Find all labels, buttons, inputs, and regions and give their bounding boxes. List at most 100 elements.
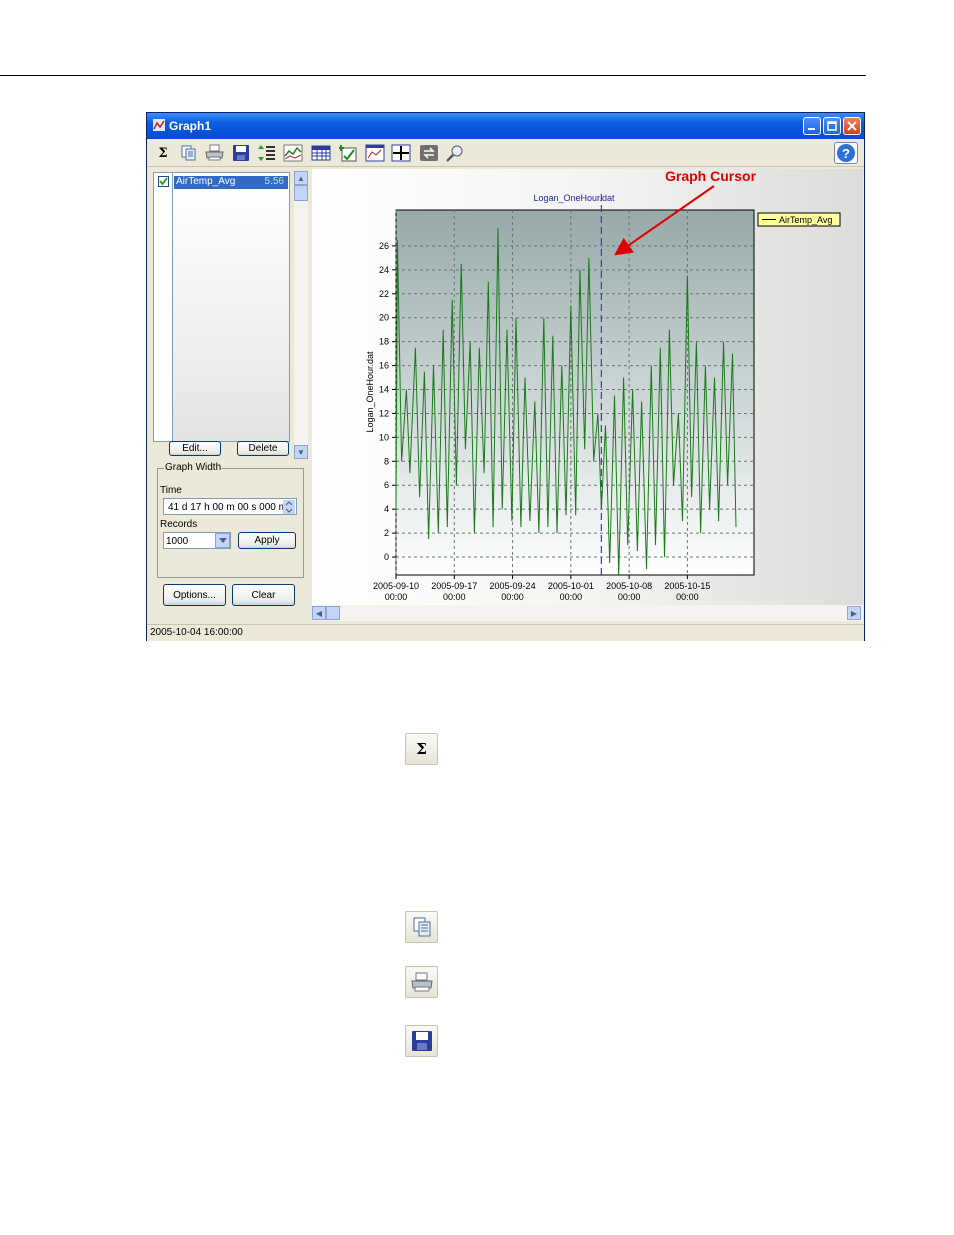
- horizontal-scroll-thumb[interactable]: [326, 606, 340, 620]
- trace-list-icon: [258, 145, 275, 161]
- y-tick-label: 26: [379, 241, 389, 251]
- crosshair-icon: [391, 144, 411, 162]
- x-tick-label: 2005-10-08: [606, 581, 652, 591]
- delete-trace-button[interactable]: Delete: [237, 441, 289, 456]
- graph-width-label: Graph Width: [164, 462, 223, 473]
- save-button[interactable]: [231, 143, 251, 163]
- status-bar: 2005-10-04 16:00:00: [147, 624, 864, 641]
- y-tick-label: 0: [384, 552, 389, 562]
- graph-options-button[interactable]: [365, 143, 385, 163]
- time-spinner-icon: [283, 500, 295, 514]
- y-tick-label: 18: [379, 337, 389, 347]
- sigma-icon: Σ: [416, 740, 427, 758]
- trace-list-scrollbar[interactable]: ▲ ▼: [294, 171, 308, 459]
- refresh-button[interactable]: [419, 143, 439, 163]
- x-tick-label: 2005-09-24: [490, 581, 536, 591]
- y-tick-label: 20: [379, 313, 389, 323]
- minimize-button[interactable]: [803, 117, 821, 135]
- chevron-down-icon: [218, 537, 227, 543]
- trace-list-button[interactable]: [257, 143, 277, 163]
- x-tick-label: 00:00: [501, 592, 524, 602]
- legend-label: AirTemp_Avg: [779, 215, 832, 225]
- graph-app-icon: [153, 119, 165, 131]
- graph-cursor-annotation: Graph Cursor: [665, 169, 757, 184]
- scroll-right-button[interactable]: ▶: [847, 606, 861, 620]
- page-header-rule: [0, 75, 866, 76]
- print-icon: [205, 144, 224, 161]
- y-tick-label: 12: [379, 408, 389, 418]
- x-tick-label: 00:00: [676, 592, 699, 602]
- add-trace-button[interactable]: [339, 143, 359, 163]
- line-graph-button[interactable]: [283, 143, 303, 163]
- toolbar: Σ ?: [147, 140, 864, 167]
- clear-button[interactable]: Clear: [232, 584, 295, 606]
- trace-name: AirTemp_Avg: [176, 176, 236, 187]
- y-tick-label: 14: [379, 385, 389, 395]
- print-icon: [410, 972, 433, 992]
- chart[interactable]: 02468101214161820222426 2005-09-1000:002…: [312, 168, 863, 605]
- zoom-icon: [446, 145, 463, 162]
- x-tick-label: 2005-10-01: [548, 581, 594, 591]
- x-tick-label: 00:00: [443, 592, 466, 602]
- records-dropdown-button[interactable]: [215, 533, 230, 548]
- scroll-left-button[interactable]: ◀: [312, 606, 326, 620]
- plot-panel: 0 2 4 6 8 10 12 14 16 18 20 22 24 26 2005-09-10 00:00 2…: [312, 168, 863, 605]
- x-tick-label: 00:00: [560, 592, 583, 602]
- refresh-icon: [420, 145, 438, 161]
- time-label: Time: [160, 485, 182, 496]
- y-tick-label: 16: [379, 361, 389, 371]
- x-tick-label: 00:00: [385, 592, 408, 602]
- copy-icon-example: [405, 911, 438, 943]
- copy-icon: [413, 917, 430, 937]
- trace-row[interactable]: AirTemp_Avg 5.56: [174, 176, 288, 189]
- line-graph-icon: [283, 144, 303, 162]
- table-view-button[interactable]: [311, 143, 331, 163]
- y-tick-label: 22: [379, 289, 389, 299]
- zoom-button[interactable]: [445, 143, 465, 163]
- x-tick-label: 2005-09-10: [373, 581, 419, 591]
- y-tick-label: 24: [379, 265, 389, 275]
- add-trace-icon: [339, 145, 357, 162]
- print-button[interactable]: [205, 143, 225, 163]
- window-title: Graph1: [169, 119, 212, 133]
- scroll-down-button[interactable]: ▼: [294, 445, 308, 459]
- y-tick-label: 2: [384, 528, 389, 538]
- table-view-icon: [311, 145, 331, 161]
- trace-list[interactable]: AirTemp_Avg 5.56: [153, 172, 290, 442]
- print-icon-example: [405, 966, 438, 998]
- plot-horizontal-scrollbar[interactable]: ◀ ▶: [312, 605, 863, 621]
- save-icon: [411, 1031, 432, 1051]
- trace-value: 5.56: [264, 176, 284, 187]
- close-button[interactable]: [843, 117, 861, 135]
- scroll-thumb[interactable]: [294, 185, 308, 201]
- maximize-button[interactable]: [823, 117, 841, 135]
- save-icon-example: [405, 1025, 438, 1057]
- trace-checkbox[interactable]: [158, 176, 169, 187]
- y-axis-label: Logan_OneHour.dat: [365, 351, 375, 433]
- apply-button[interactable]: Apply: [238, 532, 296, 549]
- x-tick-label: 00:00: [618, 592, 641, 602]
- scroll-up-button[interactable]: ▲: [294, 171, 308, 185]
- save-icon: [233, 145, 249, 161]
- edit-trace-button[interactable]: Edit...: [169, 441, 221, 456]
- time-field[interactable]: 41 d 17 h 00 m 00 s 000 m: [163, 498, 297, 515]
- statistics-button[interactable]: Σ: [153, 143, 173, 163]
- status-text: 2005-10-04 16:00:00: [150, 627, 243, 638]
- crosshair-button[interactable]: [391, 143, 411, 163]
- help-button[interactable]: ?: [834, 142, 858, 164]
- x-tick-label: 2005-09-17: [431, 581, 477, 591]
- title-bar[interactable]: Graph1: [147, 113, 864, 139]
- copy-icon: [181, 145, 196, 161]
- y-tick-label: 6: [384, 480, 389, 490]
- maximize-icon: [827, 121, 837, 131]
- chart-title: Logan_OneHour.dat: [533, 193, 615, 203]
- graph-width-group: Graph Width Time 41 d 17 h 00 m 00 s 000…: [157, 462, 304, 578]
- y-tick-label: 10: [379, 432, 389, 442]
- y-tick-label: 8: [384, 456, 389, 466]
- copy-button[interactable]: [179, 143, 199, 163]
- graph-window: Graph1 Σ ? AirTemp_Avg 5.56 ▲ ▼ Edit... …: [146, 112, 865, 641]
- graph-options-icon: [365, 144, 385, 162]
- options-button[interactable]: Options...: [163, 584, 226, 606]
- trace-panel: AirTemp_Avg 5.56 ▲ ▼ Edit... Delete Grap…: [151, 171, 311, 621]
- sigma-statistics-icon: Σ: [158, 145, 168, 161]
